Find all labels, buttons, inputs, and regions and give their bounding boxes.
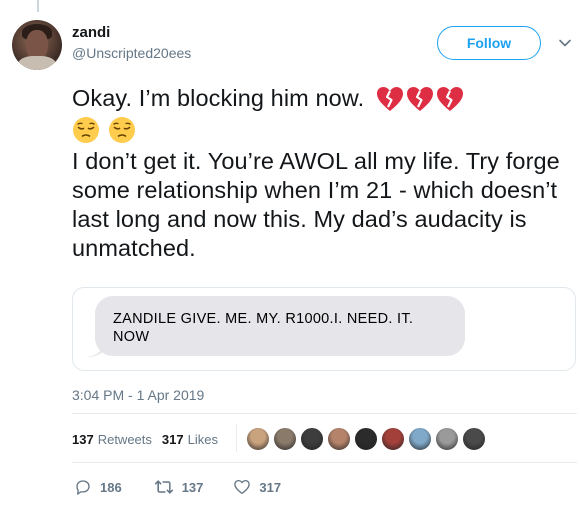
stats-separator [236, 424, 237, 452]
divider-bottom [72, 462, 577, 463]
likes-count: 317 [161, 432, 184, 447]
engagement-stats: 137 Retweets 317 Likes [72, 432, 218, 447]
retweet-button[interactable]: 137 [154, 478, 204, 496]
avatar[interactable] [12, 20, 62, 70]
reply-icon [76, 480, 90, 495]
liker-avatar[interactable] [354, 427, 378, 451]
retweet-icon [154, 480, 173, 494]
retweets-stat[interactable]: 137 Retweets [72, 432, 152, 447]
pensive-face-icon [73, 117, 99, 143]
tweet-line-1: Okay. I’m blocking him now. [72, 85, 365, 111]
liker-avatar[interactable] [246, 427, 270, 451]
like-count: 317 [259, 479, 282, 495]
likes-stat[interactable]: 317 Likes [162, 432, 218, 447]
liker-avatar[interactable] [408, 427, 432, 451]
broken-heart-icon [437, 86, 464, 111]
broken-heart-icon [407, 86, 434, 111]
liker-avatar[interactable] [435, 427, 459, 451]
reply-button[interactable]: 186 [74, 478, 122, 496]
retweets-label: Retweets [97, 432, 152, 447]
tweet-timestamp[interactable]: 3:04 PM - 1 Apr 2019 [72, 387, 204, 403]
retweets-count: 137 [72, 432, 94, 447]
thread-connector-line [37, 0, 39, 12]
chevron-down-icon[interactable] [558, 36, 572, 50]
heart-icon [234, 479, 251, 495]
user-handle[interactable]: @Unscripted20ees [72, 45, 191, 61]
follow-button[interactable]: Follow [437, 26, 541, 60]
likers-avatars [246, 427, 489, 451]
liker-avatar[interactable] [462, 427, 486, 451]
liker-avatar[interactable] [273, 427, 297, 451]
liker-avatar[interactable] [381, 427, 405, 451]
tweet-text: Okay. I’m blocking him now. I don’t get … [72, 84, 577, 263]
liker-avatar[interactable] [327, 427, 351, 451]
user-name[interactable]: zandi [72, 24, 110, 41]
pensive-face-icon [109, 117, 135, 143]
tweet-image-card[interactable]: ZANDILE GIVE. ME. MY. R1000.I. NEED. IT.… [72, 287, 576, 371]
retweet-count: 137 [181, 479, 204, 495]
tweet-actions: 186 137 317 [74, 478, 281, 496]
liker-avatar[interactable] [300, 427, 324, 451]
message-bubble: ZANDILE GIVE. ME. MY. R1000.I. NEED. IT.… [95, 296, 465, 356]
like-button[interactable]: 317 [233, 478, 281, 496]
broken-heart-icon [377, 86, 404, 111]
divider-top [72, 413, 577, 414]
likes-label: Likes [187, 432, 218, 447]
reply-count: 186 [100, 479, 122, 495]
tweet-paragraph-2: I don’t get it. You’re AWOL all my life.… [72, 148, 560, 261]
